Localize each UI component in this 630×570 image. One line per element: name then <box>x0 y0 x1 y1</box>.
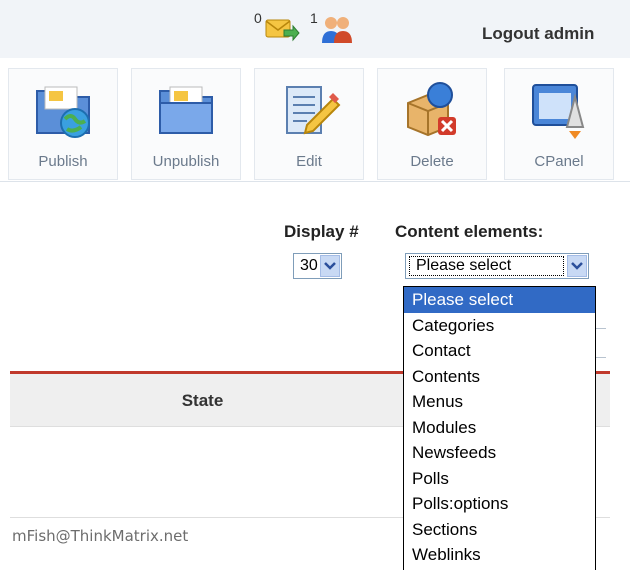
unpublish-icon <box>154 77 218 141</box>
delete-icon <box>400 77 464 141</box>
chevron-down-icon[interactable] <box>567 255 587 277</box>
display-count-select[interactable]: 30 <box>293 253 342 279</box>
column-header-state[interactable]: State <box>160 391 245 411</box>
dropdown-option[interactable]: Weblinks <box>404 542 595 568</box>
delete-label: Delete <box>410 153 454 170</box>
status-bar: 0 1 Logout admin <box>0 0 630 58</box>
toolbar: Publish Unpublish Edit Delete CPanel <box>0 58 630 182</box>
dropdown-option[interactable]: Polls:options <box>404 491 595 517</box>
unpublish-button[interactable]: Unpublish <box>131 68 241 180</box>
cpanel-label: CPanel <box>534 153 584 170</box>
dropdown-option[interactable]: Menus <box>404 389 595 415</box>
edit-button[interactable]: Edit <box>254 68 364 180</box>
logout-link[interactable]: Logout admin <box>482 24 594 44</box>
dropdown-option[interactable]: Modules <box>404 415 595 441</box>
display-count-label: Display # <box>284 222 359 241</box>
messages-icon[interactable] <box>264 14 300 47</box>
users-icon[interactable] <box>320 14 354 49</box>
content-elements-select[interactable]: Please select <box>405 253 589 279</box>
publish-icon <box>31 77 95 141</box>
dropdown-option[interactable]: Please select <box>404 287 595 313</box>
dropdown-option[interactable]: Contact <box>404 338 595 364</box>
edit-label: Edit <box>296 153 322 170</box>
content-elements-value: Please select <box>416 257 512 274</box>
unpublish-label: Unpublish <box>152 153 220 170</box>
dropdown-option[interactable]: Polls <box>404 466 595 492</box>
chevron-down-icon[interactable] <box>320 255 340 277</box>
publish-label: Publish <box>38 153 88 170</box>
footer-credit: mFish@ThinkMatrix.net <box>12 527 189 545</box>
content-elements-label: Content elements: <box>395 222 544 241</box>
messages-count: 0 <box>254 10 262 26</box>
dropdown-option[interactable]: Categories <box>404 313 595 339</box>
dropdown-option[interactable]: Contents <box>404 364 595 390</box>
edit-icon <box>277 77 341 141</box>
users-count: 1 <box>310 10 318 26</box>
display-count-value: 30 <box>300 257 318 274</box>
toolbar-divider <box>0 181 630 182</box>
publish-button[interactable]: Publish <box>8 68 118 180</box>
delete-button[interactable]: Delete <box>377 68 487 180</box>
dropdown-option[interactable]: Sections <box>404 517 595 543</box>
cpanel-button[interactable]: CPanel <box>504 68 614 180</box>
cpanel-icon <box>527 77 591 141</box>
dropdown-option[interactable]: Newsfeeds <box>404 440 595 466</box>
content-elements-dropdown-list[interactable]: Please select Categories Contact Contents Me… <box>403 286 596 570</box>
